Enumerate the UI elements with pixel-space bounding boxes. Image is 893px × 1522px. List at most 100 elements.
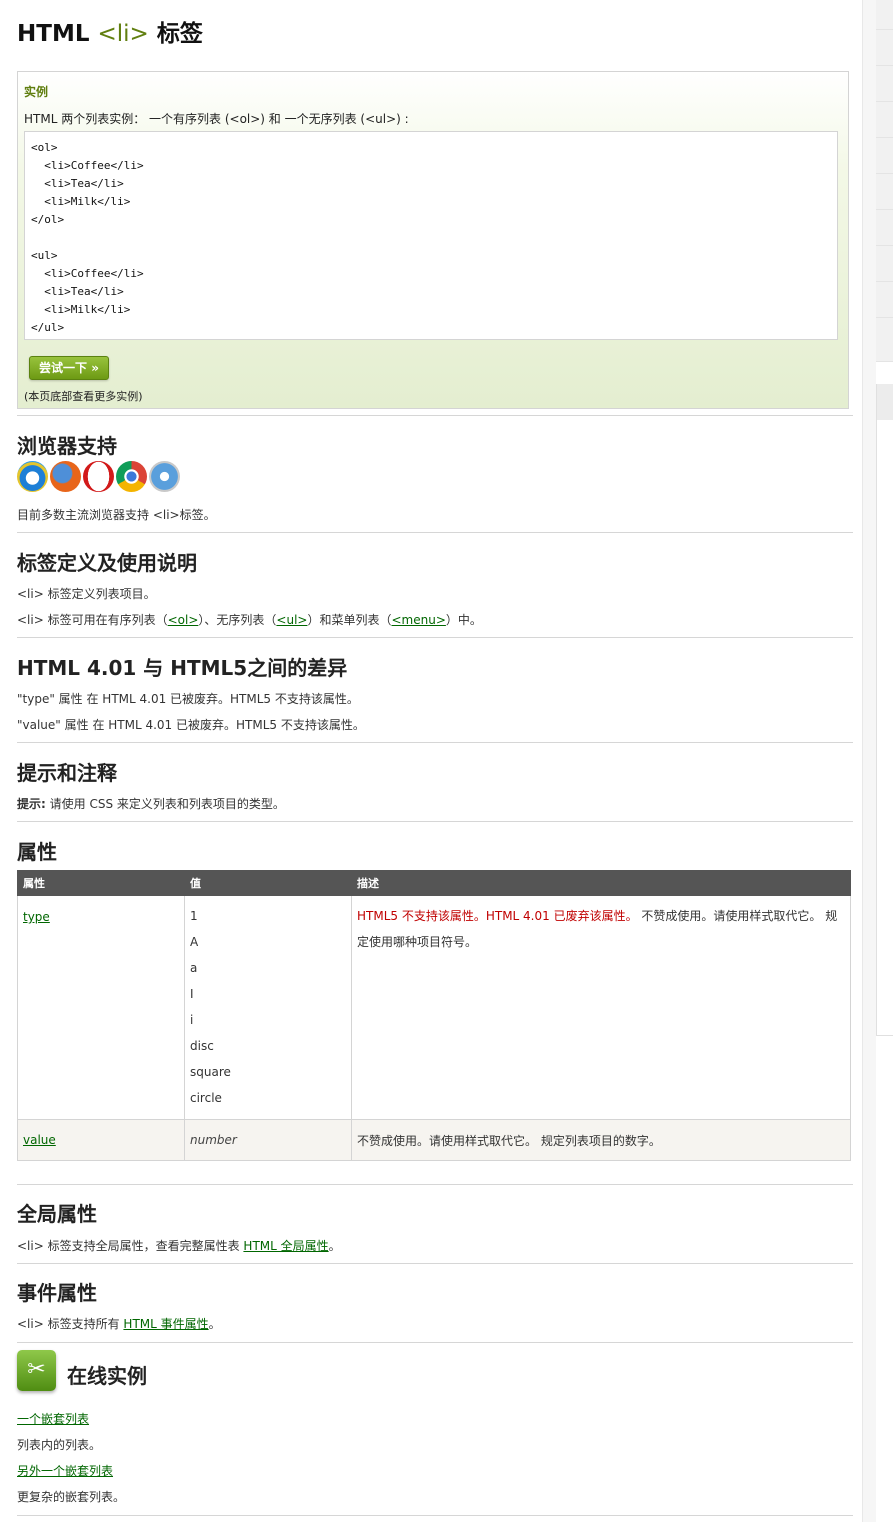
attributes-heading: 属性 (17, 840, 57, 864)
title-prefix: HTML (17, 21, 90, 47)
event-attributes-link[interactable]: HTML 事件属性 (123, 1317, 208, 1331)
definition-line-2: <li> 标签可用在有序列表（<ol>）、无序列表（<ul>）和菜单列表（<me… (17, 611, 482, 628)
opera-icon (83, 461, 114, 492)
example-description: HTML 两个列表实例： 一个有序列表 (<ol>) 和 一个无序列表 (<ul… (24, 112, 409, 126)
event-attributes-body: 。 (208, 1317, 221, 1331)
sidebar-stripe (876, 66, 893, 102)
divider (17, 1515, 853, 1516)
browser-support-text: 目前多数主流浏览器支持 <li>标签。 (17, 508, 216, 522)
value-item: square (190, 1065, 231, 1079)
title-tag: <li> (97, 21, 149, 47)
sidebar-stripe (876, 138, 893, 174)
value-item: i (190, 1013, 194, 1027)
event-attributes-heading: 事件属性 (17, 1281, 97, 1305)
tips-body: 请使用 CSS 来定义列表和列表项目的类型。 (45, 797, 285, 811)
list-item-description: 更复杂的嵌套列表。 (17, 1490, 126, 1504)
try-it-button[interactable]: 尝试一下 » (29, 356, 109, 380)
value-item: 1 (190, 909, 198, 923)
sidebar-stripe (876, 102, 893, 138)
attribute-values-cell: number (184, 1119, 352, 1161)
global-attributes-text: <li> 标签支持全局属性，查看完整属性表 HTML 全局属性。 (17, 1237, 341, 1254)
list-item-description: 列表内的列表。 (17, 1438, 102, 1452)
attribute-description-cell: 不赞成使用。请使用样式取代它。 规定列表项目的数字。 (351, 1119, 851, 1161)
divider (17, 1184, 853, 1185)
definition-text: ）中。 (445, 613, 482, 627)
value-item: number (190, 1133, 237, 1147)
sidebar-panel (876, 384, 893, 1036)
column-header-description: 描述 (351, 870, 851, 896)
page-title: HTML <li> 标签 (17, 14, 203, 48)
table-row: type 1 A a I i disc square circle HTML5 … (17, 895, 851, 1120)
sidebar-panel-header (877, 384, 893, 420)
right-sidebar (876, 0, 893, 1522)
scissors-icon: ✂ (17, 1350, 56, 1391)
value-item: disc (190, 1039, 214, 1053)
nested-list-link[interactable]: 一个嵌套列表 (17, 1412, 89, 1426)
sidebar-stripe (876, 30, 893, 66)
global-attributes-body: <li> 标签支持全局属性，查看完整属性表 (17, 1239, 244, 1253)
divider (17, 1342, 853, 1343)
ol-link[interactable]: <ol> (168, 613, 199, 627)
divider (17, 532, 853, 533)
online-examples-heading: 在线实例 (67, 1364, 147, 1388)
attribute-name-cell: value (17, 1119, 185, 1161)
example-box: 实例 HTML 两个列表实例： 一个有序列表 (<ol>) 和 一个无序列表 (… (17, 71, 849, 409)
value-item: a (190, 961, 198, 975)
divider (17, 637, 853, 638)
browser-icons (17, 461, 182, 495)
internet-explorer-icon (17, 461, 48, 492)
differences-line-2: "value" 属性 在 HTML 4.01 已被废弃。HTML5 不支持该属性… (17, 718, 365, 732)
sidebar-stripe (876, 174, 893, 210)
sidebar-stripe (876, 0, 893, 30)
example-note: (本页底部查看更多实例) (24, 390, 143, 403)
page-main: HTML <li> 标签 实例 HTML 两个列表实例： 一个有序列表 (<ol… (0, 0, 863, 1522)
tips-label: 提示: (17, 797, 46, 811)
sidebar-stripe (876, 246, 893, 282)
divider (17, 1263, 853, 1264)
attribute-values-cell: 1 A a I i disc square circle (184, 895, 352, 1120)
divider (17, 415, 853, 416)
column-header-value: 值 (184, 870, 352, 896)
title-suffix: 标签 (156, 21, 203, 47)
example-label: 实例 (24, 85, 49, 99)
value-item: I (190, 987, 194, 1001)
attribute-description-cell: HTML5 不支持该属性。HTML 4.01 已废弃该属性。 不赞成使用。请使用… (351, 895, 851, 1120)
tips-heading: 提示和注释 (17, 761, 117, 785)
value-item: circle (190, 1091, 222, 1105)
divider (17, 821, 853, 822)
value-attribute-link[interactable]: value (23, 1133, 56, 1147)
definition-text: ）和菜单列表（ (307, 613, 392, 627)
definition-heading: 标签定义及使用说明 (17, 551, 197, 575)
event-attributes-body: <li> 标签支持所有 (17, 1317, 124, 1331)
column-header-attribute: 属性 (17, 870, 185, 896)
ul-link[interactable]: <ul> (276, 613, 307, 627)
global-attributes-heading: 全局属性 (17, 1202, 97, 1226)
definition-text: ）、无序列表（ (198, 613, 277, 627)
definition-text: <li> 标签可用在有序列表（ (17, 613, 168, 627)
divider (17, 742, 853, 743)
attribute-name-cell: type (17, 895, 185, 1120)
differences-line-1: "type" 属性 在 HTML 4.01 已被废弃。HTML5 不支持该属性。 (17, 692, 359, 706)
list-item: 一个嵌套列表 (17, 1410, 89, 1427)
menu-link[interactable]: <menu> (391, 613, 445, 627)
list-item: 另外一个嵌套列表 (17, 1462, 113, 1479)
type-attribute-link[interactable]: type (23, 910, 50, 924)
safari-icon (149, 461, 180, 492)
tips-text: 提示: 请使用 CSS 来定义列表和列表项目的类型。 (17, 795, 285, 812)
sidebar-stripe (876, 210, 893, 246)
global-attributes-link[interactable]: HTML 全局属性 (243, 1239, 328, 1253)
firefox-icon (50, 461, 81, 492)
chrome-icon (116, 461, 147, 492)
table-row: value number 不赞成使用。请使用样式取代它。 规定列表项目的数字。 (17, 1119, 851, 1161)
differences-heading: HTML 4.01 与 HTML5之间的差异 (17, 656, 348, 680)
browser-support-heading: 浏览器支持 (17, 434, 117, 458)
definition-line-1: <li> 标签定义列表项目。 (17, 587, 156, 601)
sidebar-stripe (876, 282, 893, 318)
another-nested-list-link[interactable]: 另外一个嵌套列表 (17, 1464, 113, 1478)
deprecated-note: HTML5 不支持该属性。HTML 4.01 已废弃该属性。 (357, 909, 638, 923)
example-code: <ol> <li>Coffee</li> <li>Tea</li> <li>Mi… (24, 131, 838, 340)
event-attributes-text: <li> 标签支持所有 HTML 事件属性。 (17, 1315, 221, 1332)
global-attributes-body: 。 (328, 1239, 341, 1253)
value-item: A (190, 935, 199, 949)
sidebar-stripe (876, 318, 893, 362)
